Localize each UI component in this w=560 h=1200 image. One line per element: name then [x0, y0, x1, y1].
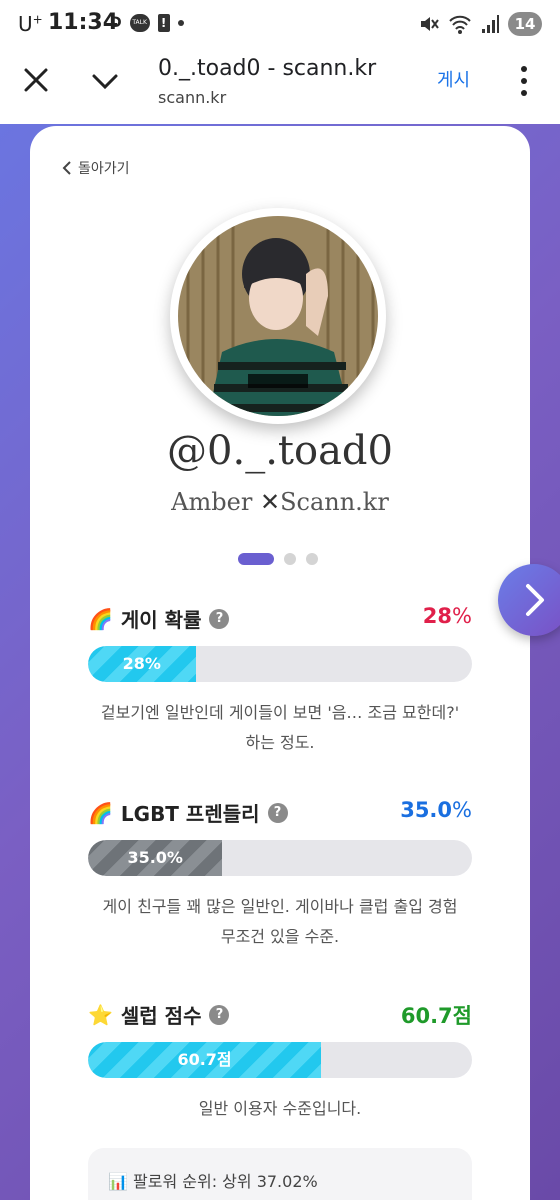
metric-label: 게이 확률 — [120, 608, 202, 632]
progress-fill: 60.7점 — [88, 1042, 322, 1078]
brand-line: Amber ✕Scann.kr — [30, 488, 530, 516]
avatar — [170, 208, 386, 424]
rainbow-icon: 🌈 — [88, 800, 113, 825]
d-indicator-icon: D — [110, 15, 122, 31]
rainbow-icon: 🌈 — [88, 606, 113, 631]
signal-icon — [482, 15, 499, 33]
metric-value: 28% — [422, 604, 472, 628]
more-options-icon[interactable] — [520, 66, 528, 96]
progress-fill: 35.0% — [88, 840, 223, 876]
pager-dot-active[interactable] — [238, 553, 274, 565]
back-link[interactable]: 돌아가기 — [62, 158, 130, 178]
alert-icon: ! — [157, 14, 170, 32]
browser-toolbar: 0._.toad0 - scann.kr scann.kr 게시 — [0, 50, 560, 124]
system-icons: 14 — [418, 12, 542, 36]
metric-description: 일반 이용자 수준입니다. — [198, 1099, 362, 1118]
wifi-icon — [449, 15, 471, 34]
metric-lgbt-friendly: 🌈 LGBT 프렌들리 ? 35.0% 35.0% 게이 친구들 꽤 많은 일반… — [88, 798, 472, 952]
metric-label: 셀럽 점수 — [120, 1004, 202, 1028]
metric-celeb-score: ⭐ 셀럽 점수 ? 60.7점 60.7점 일반 이용자 수준입니다. — [88, 1000, 472, 1124]
status-bar: U+ 11:34 D TALK ! 14 — [0, 0, 560, 50]
post-button[interactable]: 게시 — [437, 66, 470, 92]
kakaotalk-icon: TALK — [129, 14, 150, 32]
mute-icon — [421, 17, 439, 31]
next-arrow-button[interactable] — [498, 564, 560, 636]
close-icon[interactable] — [22, 66, 50, 94]
brand-left: Amber — [171, 488, 253, 516]
metric-description: 게이 친구들 꽤 많은 일반인. 게이바나 클럽 출입 경험 무조건 있을 수준… — [102, 897, 458, 946]
more-notifications-dot-icon — [177, 20, 184, 26]
notification-icons: D TALK ! — [110, 14, 184, 32]
profile-photo-image — [178, 216, 378, 416]
follower-rank-text: 📊 팔로워 순위: 상위 37.02% — [108, 1172, 318, 1191]
help-icon[interactable]: ? — [209, 608, 230, 629]
progress-bar: 60.7점 — [88, 1042, 472, 1078]
star-icon: ⭐ — [88, 1002, 113, 1027]
progress-bar: 35.0% — [88, 840, 472, 876]
pager-dot[interactable] — [284, 553, 296, 565]
metric-label: LGBT 프렌들리 — [120, 802, 260, 826]
pager-dot[interactable] — [306, 553, 318, 565]
progress-bar: 28% — [88, 646, 472, 682]
page-indicator — [238, 553, 318, 565]
chevron-down-icon[interactable] — [90, 68, 120, 94]
carrier-label: U+ — [18, 12, 43, 36]
result-card: 돌아가기 @0._.toad0 Amber ✕Scann.kr 🌈 게이 확률 … — [30, 126, 530, 1200]
follower-rank-box: 📊 팔로워 순위: 상위 37.02% — [88, 1148, 472, 1200]
metric-value: 35.0% — [400, 798, 472, 822]
profile-photo — [178, 216, 378, 416]
page-background: 돌아가기 @0._.toad0 Amber ✕Scann.kr 🌈 게이 확률 … — [0, 124, 560, 1200]
username-handle: @0._.toad0 — [167, 428, 393, 474]
progress-fill: 28% — [88, 646, 196, 682]
page-title: 0._.toad0 - scann.kr — [158, 56, 377, 81]
brand-right: Scann.kr — [280, 488, 389, 516]
chevron-left-icon — [62, 161, 71, 175]
status-time: 11:34 — [48, 10, 119, 35]
metric-description: 겉보기엔 일반인데 게이들이 보면 '음… 조금 묘한데?' 하는 정도. — [100, 703, 460, 752]
brand-x-icon: ✕ — [259, 488, 281, 516]
battery-indicator: 14 — [508, 12, 542, 36]
back-label: 돌아가기 — [78, 161, 130, 177]
metric-gay-probability: 🌈 게이 확률 ? 28% 28% 겉보기엔 일반인데 게이들이 보면 '음… … — [88, 604, 472, 758]
help-icon[interactable]: ? — [267, 802, 288, 823]
help-icon[interactable]: ? — [209, 1004, 230, 1025]
metric-value: 60.7점 — [400, 1004, 472, 1028]
page-url: scann.kr — [158, 88, 227, 107]
